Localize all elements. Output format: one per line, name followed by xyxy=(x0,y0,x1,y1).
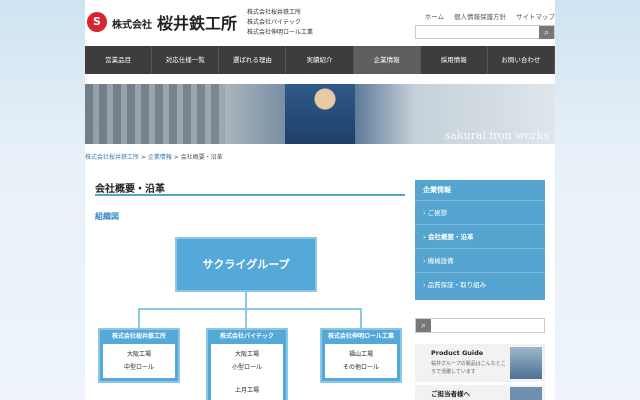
product-guide-banner[interactable]: Product Guide 桜井グループの製品はこんなところで活躍しています xyxy=(415,344,545,382)
guide2-title: ご担当者様へ xyxy=(431,390,470,398)
sidebar-item-label: 機械設備 xyxy=(427,257,454,265)
title-divider xyxy=(95,194,405,196)
nav-item-company[interactable]: 企業情報 xyxy=(353,46,421,74)
sidebar-search-input[interactable]: ⌕ xyxy=(415,318,545,333)
org-company-name: 株式会社桜井鉄工所 xyxy=(111,333,166,340)
org-company-items: 福山工場 その他ロール xyxy=(325,344,397,378)
company-name[interactable]: 桜井鉄工所 xyxy=(157,10,237,34)
org-item: 大阪工場 xyxy=(234,351,259,358)
machine-image xyxy=(85,84,225,144)
org-company-items: 大阪工場 小型ロール 上月工場 xyxy=(211,344,283,400)
group-company: 株式会社伸明ロール工業 xyxy=(247,29,314,36)
sidebar-item-label: ご挨拶 xyxy=(427,209,448,217)
nav-item-reasons[interactable]: 選ばれる理由 xyxy=(219,46,287,74)
sidebar-item-label: 品質保証・取り組み xyxy=(427,281,487,289)
search-icon[interactable]: ⌕ xyxy=(416,319,431,332)
site-header: S 株式会社 桜井鉄工所 株式会社桜井鉄工所 株式会社パイテック 株式会社伸明ロ… xyxy=(85,0,555,46)
org-item: 大阪工場 xyxy=(126,351,151,358)
org-top-node: サクライグループ xyxy=(175,237,317,292)
main-nav: 営業品目 対応仕様一覧 選ばれる理由 実績紹介 企業情報 採用情報 お問い合わせ xyxy=(85,46,555,74)
org-connector xyxy=(138,308,362,310)
page-title: 会社概要・沿革 xyxy=(95,184,165,195)
search-icon[interactable]: ⌕ xyxy=(539,26,554,39)
group-company-list: 株式会社桜井鉄工所 株式会社パイテック 株式会社伸明ロール工業 xyxy=(247,8,313,38)
breadcrumb: 株式会社桜井鉄工所 > 企業情報 > 会社概要・沿革 xyxy=(85,152,223,161)
org-connector xyxy=(138,308,140,328)
company-prefix[interactable]: 株式会社 xyxy=(112,16,152,31)
worker-image xyxy=(285,84,355,144)
sidebar-heading: 企業情報 xyxy=(415,180,545,200)
breadcrumb-current: 会社概要・沿革 xyxy=(180,154,223,161)
utility-links: ホーム 個人情報保護方針 サイトマップ xyxy=(425,11,555,21)
contact-person-banner[interactable]: ご担当者様へ xyxy=(415,385,545,400)
nav-item-contact[interactable]: お問い合わせ xyxy=(488,46,555,74)
breadcrumb-home[interactable]: 株式会社桜井鉄工所 xyxy=(85,154,139,161)
org-company-items: 大阪工場 中型ロール xyxy=(103,344,175,378)
sidebar-item-label: 会社概要・沿革 xyxy=(427,233,474,241)
home-link[interactable]: ホーム xyxy=(425,11,444,21)
header-search-input[interactable]: ⌕ xyxy=(415,25,555,39)
guide-text: 桜井グループの製品はこんなところで活躍しています xyxy=(431,361,506,375)
org-item: 福山工場 xyxy=(348,351,373,358)
nav-item-specs[interactable]: 対応仕様一覧 xyxy=(152,46,220,74)
sidebar-item-equipment[interactable]: › 機械設備 xyxy=(415,248,545,272)
org-item: 中型ロール xyxy=(123,364,154,371)
org-company-name: 株式会社伸明ロール工業 xyxy=(327,333,394,340)
company-logo-icon[interactable]: S xyxy=(87,12,107,32)
guide-image xyxy=(510,347,542,379)
org-company-node: 株式会社桜井鉄工所 大阪工場 中型ロール xyxy=(98,328,180,383)
sitemap-link[interactable]: サイトマップ xyxy=(516,11,555,21)
breadcrumb-parent[interactable]: 企業情報 xyxy=(148,154,172,161)
nav-item-recruit[interactable]: 採用情報 xyxy=(421,46,488,74)
sidebar-item-overview[interactable]: › 会社概要・沿革 xyxy=(415,224,545,248)
org-item: その他ロール xyxy=(342,364,379,371)
group-company: 株式会社パイテック xyxy=(247,19,301,26)
sidebar-menu: › ご挨拶 › 会社概要・沿革 › 機械設備 › 品質保証・取り組み xyxy=(415,200,545,300)
sidebar-item-quality[interactable]: › 品質保証・取り組み xyxy=(415,272,545,296)
nav-item-products[interactable]: 営業品目 xyxy=(85,46,153,74)
org-item: 小型ロール xyxy=(231,364,262,371)
nav-item-cases[interactable]: 実績紹介 xyxy=(286,46,354,74)
guide-title: Product Guide xyxy=(431,349,484,357)
privacy-link[interactable]: 個人情報保護方針 xyxy=(454,11,506,21)
hero-banner: sakurai iron works xyxy=(85,84,555,144)
guide2-image xyxy=(510,387,542,400)
sidebar-item-greeting[interactable]: › ご挨拶 xyxy=(415,200,545,224)
org-connector xyxy=(245,292,247,308)
org-connector xyxy=(245,308,247,328)
org-company-name: 株式会社パイテック xyxy=(220,333,274,340)
breadcrumb-separator: > xyxy=(171,154,181,161)
hero-caption: sakurai iron works xyxy=(444,129,549,142)
section-title: 組織図 xyxy=(95,212,119,221)
org-item: 上月工場 xyxy=(234,387,259,394)
org-company-node: 株式会社伸明ロール工業 福山工場 その他ロール xyxy=(320,328,402,383)
sidebar: 企業情報 › ご挨拶 › 会社概要・沿革 › 機械設備 › 品質保証・取り組み xyxy=(415,180,545,300)
org-company-node: 株式会社パイテック 大阪工場 小型ロール 上月工場 xyxy=(206,328,288,400)
breadcrumb-separator: > xyxy=(139,154,148,161)
group-company: 株式会社桜井鉄工所 xyxy=(247,9,302,16)
org-connector xyxy=(360,308,362,328)
